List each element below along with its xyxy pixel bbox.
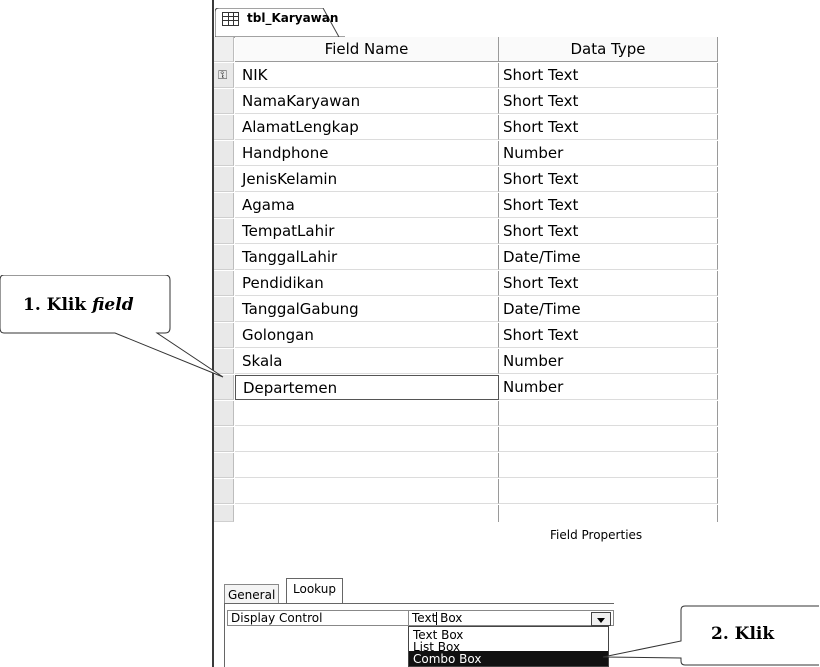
- property-divider: [408, 610, 409, 626]
- field-name-cell[interactable]: TanggalLahir: [235, 245, 499, 270]
- key-icon: ⚿: [218, 68, 228, 82]
- data-type-cell[interactable]: Date/Time: [499, 245, 718, 270]
- data-type-cell[interactable]: [499, 453, 718, 478]
- data-type-header: Data Type: [499, 37, 718, 62]
- empty-row[interactable]: [214, 505, 820, 522]
- table-row[interactable]: Pendidikan Short Text: [214, 271, 820, 296]
- table-row[interactable]: Handphone Number: [214, 141, 820, 166]
- data-type-cell[interactable]: Number: [499, 141, 718, 166]
- data-type-cell[interactable]: Short Text: [499, 271, 718, 296]
- data-type-cell[interactable]: Short Text: [499, 63, 718, 88]
- data-type-cell[interactable]: [499, 401, 718, 426]
- row-selector[interactable]: [214, 427, 234, 452]
- data-type-cell[interactable]: Short Text: [499, 167, 718, 192]
- data-type-cell[interactable]: Short Text: [499, 323, 718, 348]
- row-selector[interactable]: [214, 401, 234, 426]
- tab-lookup[interactable]: Lookup: [286, 578, 343, 604]
- field-name-cell[interactable]: Golongan: [235, 323, 499, 348]
- callout-1-text: 1. Klik field: [23, 295, 134, 315]
- field-name-cell[interactable]: AlamatLengkap: [235, 115, 499, 140]
- table-icon: [222, 12, 239, 26]
- data-type-cell[interactable]: Short Text: [499, 193, 718, 218]
- select-all-corner[interactable]: [214, 37, 234, 62]
- field-name-cell[interactable]: NamaKaryawan: [235, 89, 499, 114]
- field-name-cell[interactable]: TempatLahir: [235, 219, 499, 244]
- data-type-cell[interactable]: Date/Time: [499, 297, 718, 322]
- text-cursor: [436, 612, 437, 625]
- field-name-cell[interactable]: Handphone: [235, 141, 499, 166]
- callout-2-shape: [602, 605, 819, 666]
- tab-label: tbl_Karyawan: [247, 11, 339, 25]
- data-type-cell[interactable]: [499, 505, 718, 522]
- row-selector[interactable]: [214, 193, 234, 218]
- table-row[interactable]: ⚿ NIK Short Text: [214, 63, 820, 88]
- table-row[interactable]: Skala Number: [214, 349, 820, 374]
- field-name-header: Field Name: [235, 37, 499, 62]
- data-type-cell[interactable]: [499, 479, 718, 504]
- row-selector[interactable]: [214, 219, 234, 244]
- field-name-cell[interactable]: Departemen: [235, 375, 499, 400]
- table-row[interactable]: TanggalGabung Date/Time: [214, 297, 820, 322]
- field-name-cell[interactable]: [235, 453, 499, 478]
- field-name-cell[interactable]: [235, 427, 499, 452]
- data-type-cell[interactable]: Number: [499, 375, 718, 400]
- table-row[interactable]: AlamatLengkap Short Text: [214, 115, 820, 140]
- tab-general[interactable]: General: [224, 584, 280, 603]
- empty-row[interactable]: [214, 427, 820, 452]
- row-selector[interactable]: [214, 479, 234, 504]
- empty-row[interactable]: [214, 479, 820, 504]
- field-name-cell[interactable]: [235, 401, 499, 426]
- table-row[interactable]: TanggalLahir Date/Time: [214, 245, 820, 270]
- row-selector[interactable]: [214, 505, 234, 522]
- row-selector[interactable]: [214, 89, 234, 114]
- data-type-cell[interactable]: Number: [499, 349, 718, 374]
- empty-row[interactable]: [214, 453, 820, 478]
- field-properties-title: Field Properties: [550, 528, 643, 542]
- table-row[interactable]: Agama Short Text: [214, 193, 820, 218]
- empty-row[interactable]: [214, 401, 820, 426]
- row-selector[interactable]: [214, 115, 234, 140]
- option-combo-box[interactable]: Combo Box: [409, 651, 608, 666]
- row-selector[interactable]: ⚿: [214, 63, 234, 88]
- data-type-cell[interactable]: Short Text: [499, 115, 718, 140]
- field-design-grid: Field Name Data Type ⚿ NIK Short Text Na…: [214, 37, 820, 522]
- callout-2-text: 2. Klik: [711, 624, 775, 644]
- row-selector[interactable]: [214, 245, 234, 270]
- grid-header-row: Field Name Data Type: [214, 37, 820, 62]
- field-name-cell[interactable]: TanggalGabung: [235, 297, 499, 322]
- field-name-cell[interactable]: Skala: [235, 349, 499, 374]
- field-name-cell[interactable]: JenisKelamin: [235, 167, 499, 192]
- data-type-cell[interactable]: [499, 427, 718, 452]
- data-type-cell[interactable]: Short Text: [499, 219, 718, 244]
- row-selector[interactable]: [214, 141, 234, 166]
- data-type-cell[interactable]: Short Text: [499, 89, 718, 114]
- callout-1-shape: [0, 275, 224, 378]
- field-name-cell[interactable]: Agama: [235, 193, 499, 218]
- field-name-cell[interactable]: [235, 479, 499, 504]
- field-name-cell[interactable]: [235, 505, 499, 522]
- table-row[interactable]: TempatLahir Short Text: [214, 219, 820, 244]
- table-row[interactable]: JenisKelamin Short Text: [214, 167, 820, 192]
- row-selector[interactable]: [214, 167, 234, 192]
- field-name-cell[interactable]: NIK: [235, 63, 499, 88]
- row-selector[interactable]: [214, 453, 234, 478]
- display-control-select[interactable]: Text Box: [412, 611, 462, 625]
- table-row-selected[interactable]: Departemen Number: [214, 375, 820, 400]
- table-row[interactable]: Golongan Short Text: [214, 323, 820, 348]
- field-name-cell[interactable]: Pendidikan: [235, 271, 499, 296]
- table-row[interactable]: NamaKaryawan Short Text: [214, 89, 820, 114]
- display-control-label: Display Control: [231, 611, 323, 625]
